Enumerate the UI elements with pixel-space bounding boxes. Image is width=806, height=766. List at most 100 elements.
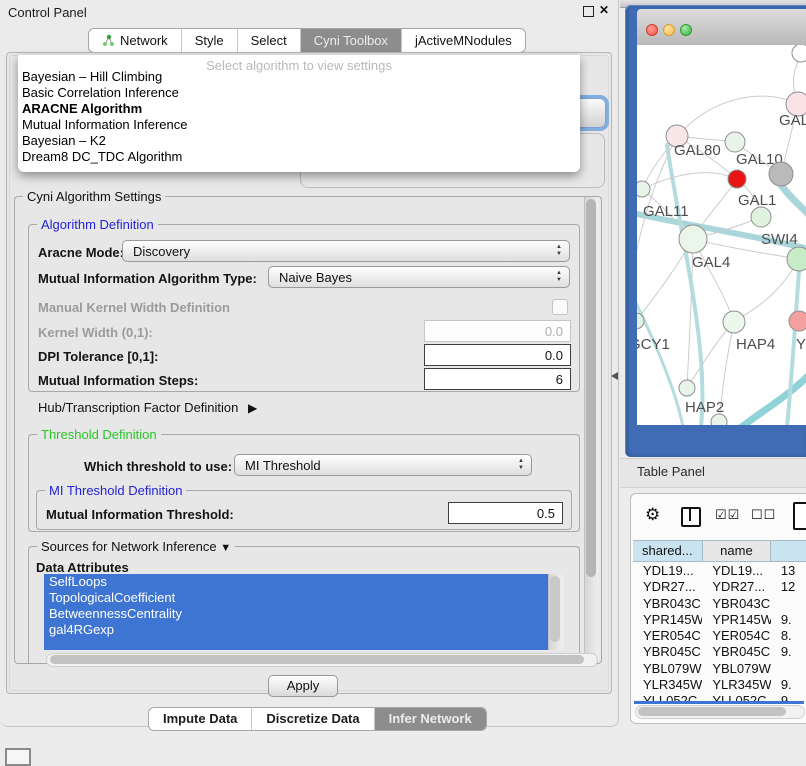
table-row[interactable]: YER054CYER054C8. [633, 627, 806, 643]
table-row[interactable]: YDL19...YDL19...13 [633, 562, 806, 578]
table-hscrollbar-thumb[interactable] [638, 707, 786, 716]
dpi-tolerance-field[interactable]: 0.0 [424, 344, 571, 366]
tab-select[interactable]: Select [237, 29, 300, 52]
network-node[interactable] [723, 311, 745, 333]
table-cell[interactable]: YBR043C [633, 595, 702, 611]
table-cell[interactable]: YBL079W [702, 660, 770, 676]
attribute-item[interactable]: gal4RGexp [44, 622, 548, 638]
table-row[interactable]: YBL079WYBL079W [633, 660, 806, 676]
network-node[interactable] [679, 380, 695, 396]
table-cell[interactable]: YBL079W [633, 660, 702, 676]
settings-scrollbar[interactable] [584, 197, 599, 660]
deselect-all-icon[interactable]: ☐☐ [751, 507, 776, 523]
tab-infer-network[interactable]: Infer Network [374, 708, 486, 730]
zoom-traffic-light-icon[interactable] [680, 24, 692, 36]
select-all-icon[interactable]: ☑☑ [715, 507, 740, 523]
table-row[interactable]: YLR345WYLR345W9. [633, 676, 806, 692]
network-node[interactable] [711, 414, 727, 425]
settings-hscrollbar-thumb[interactable] [50, 655, 584, 664]
table-cell[interactable]: 13 [771, 562, 806, 578]
table-cell[interactable]: YBR045C [633, 643, 702, 659]
network-node[interactable] [769, 162, 793, 186]
attribute-item[interactable]: TopologicalCoefficient [44, 590, 548, 606]
tab-jactivemnodules[interactable]: jActiveMNodules [401, 29, 525, 52]
algorithm-option[interactable]: Bayesian – K2 [22, 133, 576, 149]
export-table-icon[interactable] [793, 502, 806, 530]
tab-style[interactable]: Style [181, 29, 237, 52]
selected-value: Discovery [133, 244, 190, 259]
column-header[interactable]: name [703, 540, 772, 562]
attributes-scrollbar[interactable] [548, 574, 563, 650]
float-window-icon[interactable] [583, 6, 594, 17]
algorithm-option[interactable]: Basic Correlation Inference [22, 85, 576, 101]
network-node[interactable] [751, 207, 771, 227]
minimize-traffic-light-icon[interactable] [663, 24, 675, 36]
attribute-item[interactable]: BetweennessCentrality [44, 606, 548, 622]
algorithm-option[interactable]: Dream8 DC_TDC Algorithm [22, 149, 576, 165]
algorithm-option[interactable]: Mutual Information Inference [22, 117, 576, 133]
table-cell[interactable] [771, 595, 806, 611]
mi-steps-field[interactable]: 6 [424, 368, 571, 390]
table-cell[interactable]: YER054C [702, 627, 770, 643]
network-node[interactable] [637, 181, 650, 197]
network-window-titlebar[interactable] [637, 9, 806, 46]
table-cell[interactable]: 9. [771, 643, 806, 659]
close-icon[interactable]: ✕ [599, 3, 609, 17]
attribute-item[interactable]: SelfLoops [44, 574, 548, 590]
algorithm-option[interactable]: ARACNE Algorithm [22, 101, 576, 117]
settings-hscrollbar[interactable] [46, 653, 598, 667]
network-node[interactable] [725, 132, 745, 152]
table-cell[interactable]: 8. [771, 627, 806, 643]
gear-icon[interactable]: ⚙ [645, 505, 660, 525]
table-cell[interactable]: 9. [771, 676, 806, 692]
column-header[interactable]: shared... [633, 540, 703, 562]
attribute-item[interactable] [44, 638, 548, 650]
network-node[interactable] [792, 45, 806, 62]
table-row[interactable]: YDR27...YDR27...12 [633, 578, 806, 594]
table-cell[interactable]: YBR043C [702, 595, 770, 611]
aracne-mode-select[interactable]: Discovery ▲▼ [122, 240, 570, 262]
table-cell[interactable]: YPR145W [633, 611, 702, 627]
table-row[interactable]: YBR045CYBR045C9. [633, 643, 806, 659]
network-view-canvas[interactable]: GALGAL80GAL10GAL1GAL11SWI4GAL4GCY1HAP4YH… [637, 45, 806, 425]
table-cell[interactable]: 9. [771, 611, 806, 627]
data-attributes-list[interactable]: SelfLoopsTopologicalCoefficientBetweenne… [44, 574, 548, 650]
mi-type-select[interactable]: Naive Bayes ▲▼ [268, 266, 570, 288]
settings-scrollbar-thumb[interactable] [586, 199, 596, 577]
table-cell[interactable]: YBR045C [702, 643, 770, 659]
kernel-width-field[interactable]: 0.0 [424, 320, 571, 342]
table-cell[interactable]: YER054C [633, 627, 702, 643]
table-row[interactable]: YPR145WYPR145W9. [633, 611, 806, 627]
network-node[interactable] [679, 225, 707, 253]
collapse-down-icon[interactable]: ▼ [220, 542, 231, 554]
columns-icon[interactable] [681, 507, 701, 527]
table-cell[interactable]: 12 [771, 578, 806, 594]
table-cell[interactable]: YLR345W [702, 676, 770, 692]
table-cell[interactable]: YPR145W [702, 611, 770, 627]
minimized-panel-grip[interactable] [5, 748, 31, 766]
close-traffic-light-icon[interactable] [646, 24, 658, 36]
network-node[interactable] [787, 247, 806, 271]
manual-kernel-checkbox[interactable] [552, 299, 568, 315]
apply-button[interactable]: Apply [268, 675, 338, 697]
table-cell[interactable]: YDL19... [702, 562, 770, 578]
tab-cyni-toolbox[interactable]: Cyni Toolbox [300, 29, 401, 52]
table-row[interactable]: YBR043CYBR043C [633, 595, 806, 611]
table-hscrollbar[interactable] [635, 705, 805, 719]
algorithm-option[interactable]: Bayesian – Hill Climbing [22, 69, 576, 85]
mi-threshold-field[interactable]: 0.5 [448, 502, 563, 524]
network-node[interactable] [789, 311, 806, 331]
tab-discretize-data[interactable]: Discretize Data [251, 708, 373, 730]
table-cell[interactable]: YDL19... [633, 562, 702, 578]
table-cell[interactable]: YLR345W [633, 676, 702, 692]
table-cell[interactable]: YDR27... [633, 578, 702, 594]
tab-network[interactable]: Network [89, 29, 181, 52]
network-node[interactable] [728, 170, 746, 188]
which-threshold-select[interactable]: MI Threshold ▲▼ [234, 454, 532, 476]
hub-section-toggle[interactable]: Hub/Transcription Factor Definition ▶ [38, 400, 257, 415]
tab-impute-data[interactable]: Impute Data [149, 708, 251, 730]
table-cell[interactable] [771, 660, 806, 676]
attributes-scrollbar-thumb[interactable] [550, 576, 560, 642]
column-header[interactable] [771, 540, 806, 562]
table-cell[interactable]: YDR27... [702, 578, 770, 594]
